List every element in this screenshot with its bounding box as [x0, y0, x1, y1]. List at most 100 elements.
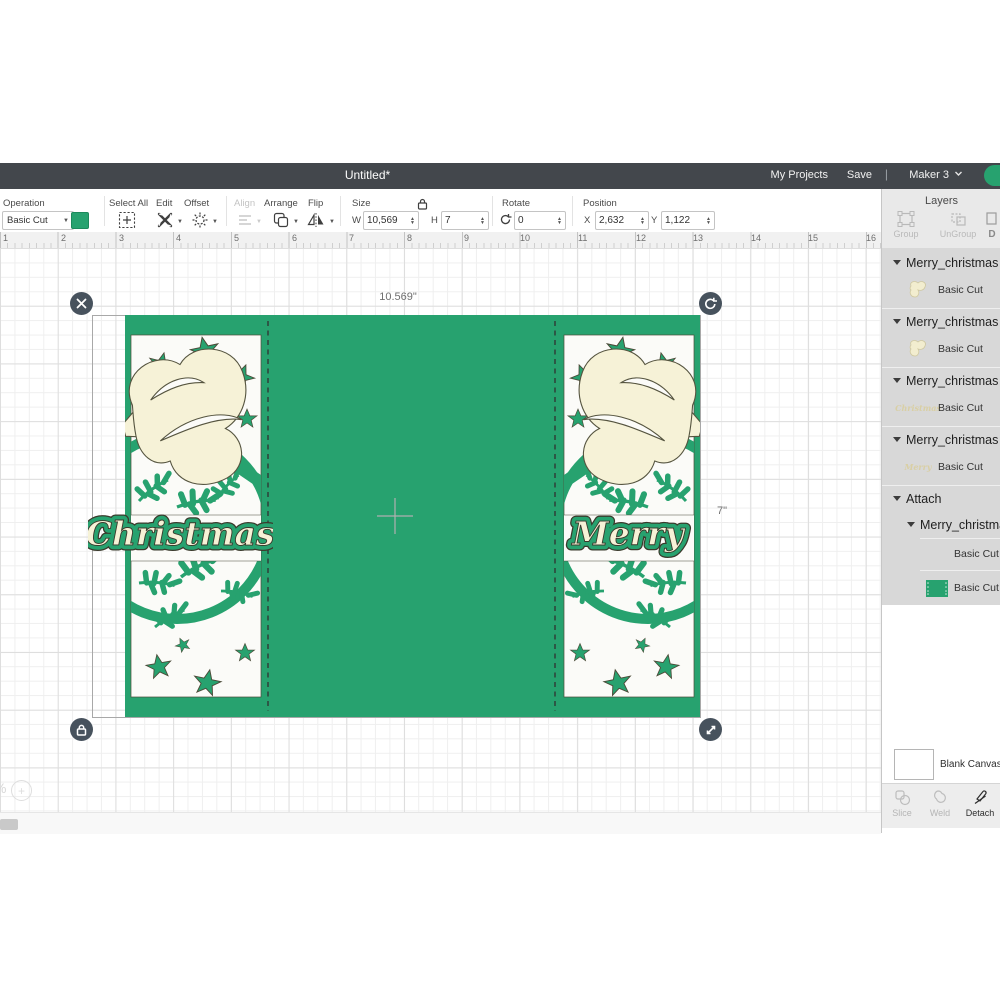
- layer-sub-row[interactable]: Christmas Basic Cut: [882, 394, 1000, 424]
- layer-sub-row[interactable]: Basic Cut: [882, 540, 1000, 570]
- size-label: Size: [352, 198, 370, 209]
- document-title[interactable]: Untitled*: [295, 168, 440, 182]
- merry-script-thumbnail: Merry: [905, 455, 931, 479]
- offset-dropdown-arrow[interactable]: ▼: [212, 219, 218, 225]
- layer-group-row[interactable]: Merry_christmas: [882, 370, 1000, 394]
- scrollbar-thumb[interactable]: [0, 819, 18, 830]
- detach-button[interactable]: Detach: [962, 789, 998, 818]
- svg-text:Christmas: Christmas: [88, 514, 273, 553]
- chevron-down-icon: [954, 169, 962, 177]
- zoom-control[interactable]: % +: [0, 780, 6, 798]
- arrange-button[interactable]: [272, 211, 290, 229]
- group-button: Group: [884, 211, 928, 239]
- color-swatch[interactable]: [71, 212, 89, 229]
- lock-handle[interactable]: [70, 718, 93, 741]
- height-field-label: H: [431, 215, 438, 226]
- make-it-button[interactable]: [984, 165, 1000, 186]
- svg-text:Merry: Merry: [571, 514, 686, 553]
- width-value: 10,569: [367, 215, 398, 226]
- operation-dropdown[interactable]: Basic Cut ▼: [2, 211, 74, 230]
- collapse-triangle-icon[interactable]: [893, 378, 901, 383]
- collapse-triangle-icon[interactable]: [893, 319, 901, 324]
- layers-panel: Layers Group UnGroup D Merry_christmas: [881, 189, 1000, 833]
- rotate-icon[interactable]: [499, 213, 512, 226]
- weld-button: Weld: [922, 789, 958, 818]
- flip-button[interactable]: [306, 211, 326, 229]
- flip-dropdown-arrow[interactable]: ▼: [329, 219, 335, 225]
- dropdown-arrow-icon: ▼: [63, 218, 69, 224]
- cricut-design-space-window: Untitled* My Projects Save | Maker 3 Ope…: [0, 0, 1000, 1000]
- layer-group-title: Merry_christmas: [906, 433, 998, 447]
- slice-button: Slice: [884, 789, 920, 818]
- collapse-triangle-icon[interactable]: [893, 496, 901, 501]
- rotate-input[interactable]: 0 ▲▼: [514, 211, 566, 230]
- collapse-triangle-icon[interactable]: [893, 260, 901, 265]
- layer-sub-row[interactable]: Merry Basic Cut: [882, 453, 1000, 483]
- layer-group-row[interactable]: Merry_christmas: [882, 311, 1000, 335]
- height-dimension-label: 7": [717, 505, 727, 517]
- layer-sub-row[interactable]: Basic Cut: [882, 335, 1000, 365]
- height-stepper[interactable]: ▲▼: [480, 217, 485, 225]
- divider: [572, 196, 573, 226]
- lock-aspect-icon[interactable]: [417, 198, 428, 210]
- x-position-input[interactable]: 2,632 ▲▼: [595, 211, 649, 230]
- layer-group-row[interactable]: Merry_christmas: [882, 429, 1000, 453]
- attach-group-row[interactable]: Attach: [882, 488, 1000, 512]
- horizontal-ruler: 1 2 3 4 5 6 7 8 9 10 11 12 13 14 15 16: [0, 232, 881, 249]
- layer-operation-label: Basic Cut: [938, 461, 983, 473]
- blank-canvas-swatch[interactable]: [894, 749, 934, 780]
- x-position-value: 2,632: [599, 215, 624, 226]
- layer-sub-row[interactable]: Basic Cut: [882, 574, 1000, 604]
- select-all-button[interactable]: [118, 211, 136, 229]
- edit-label: Edit: [156, 198, 172, 209]
- y-position-input[interactable]: 1,122 ▲▼: [661, 211, 715, 230]
- rotate-stepper[interactable]: ▲▼: [557, 217, 562, 225]
- layers-panel-header: Layers Group UnGroup D: [882, 189, 1000, 249]
- x-field-label: X: [584, 215, 590, 226]
- machine-selector[interactable]: Maker 3: [909, 169, 962, 181]
- machine-name: Maker 3: [909, 169, 949, 181]
- y-stepper[interactable]: ▲▼: [706, 217, 711, 225]
- blank-canvas-row[interactable]: Blank Canvas: [882, 745, 1000, 783]
- attach-title: Attach: [906, 492, 941, 506]
- delete-handle[interactable]: [70, 292, 93, 315]
- divider: [104, 196, 105, 226]
- edit-toolbar: Operation Basic Cut ▼ Select All Edit ▼ …: [0, 189, 881, 233]
- align-dropdown-arrow: ▼: [256, 219, 262, 225]
- x-stepper[interactable]: ▲▼: [640, 217, 645, 225]
- height-input[interactable]: 7 ▲▼: [441, 211, 489, 230]
- layer-operation-label: Basic Cut: [954, 548, 999, 560]
- christmas-word[interactable]: Christmas Christmas Christmas: [88, 503, 273, 567]
- horizontal-scrollbar[interactable]: [0, 812, 881, 834]
- my-projects-link[interactable]: My Projects: [771, 169, 828, 181]
- align-button: [236, 211, 254, 229]
- edit-button[interactable]: [156, 211, 174, 229]
- ungroup-button: UnGroup: [936, 211, 980, 239]
- rotate-handle[interactable]: [699, 292, 722, 315]
- bow-thumbnail: [905, 278, 931, 302]
- arrange-dropdown-arrow[interactable]: ▼: [293, 219, 299, 225]
- operation-value: Basic Cut: [7, 215, 48, 226]
- collapse-triangle-icon[interactable]: [893, 437, 901, 442]
- offset-button[interactable]: [191, 211, 209, 229]
- height-value: 7: [445, 215, 451, 226]
- merry-word[interactable]: Merry Merry Merry: [558, 503, 698, 567]
- layer-group-title: Merry_christmas: [920, 518, 1000, 532]
- zoom-in-icon[interactable]: +: [11, 780, 32, 801]
- collapse-triangle-icon[interactable]: [907, 522, 915, 527]
- center-crosshair-icon: [375, 496, 415, 536]
- width-field-label: W: [352, 215, 361, 226]
- width-input[interactable]: 10,569 ▲▼: [363, 211, 419, 230]
- layer-operation-label: Basic Cut: [938, 402, 983, 414]
- flip-label: Flip: [308, 198, 323, 209]
- save-link[interactable]: Save: [847, 169, 872, 181]
- layer-sub-row[interactable]: Basic Cut: [882, 276, 1000, 306]
- card-thumbnail: [924, 576, 950, 600]
- layer-group-row[interactable]: Merry_christmas: [882, 252, 1000, 276]
- layer-group-title: Merry_christmas: [906, 256, 998, 270]
- width-stepper[interactable]: ▲▼: [410, 217, 415, 225]
- layer-group-row[interactable]: Merry_christmas: [882, 514, 1000, 538]
- y-field-label: Y: [651, 215, 657, 226]
- edit-dropdown-arrow[interactable]: ▼: [177, 219, 183, 225]
- resize-handle[interactable]: [699, 718, 722, 741]
